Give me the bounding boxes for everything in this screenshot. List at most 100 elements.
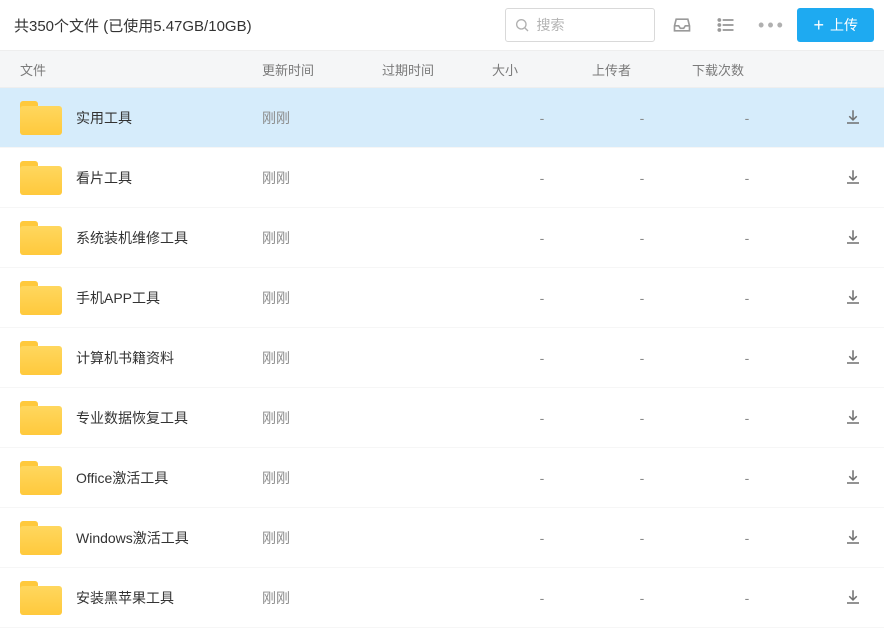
cell-updated: 刚刚 — [262, 228, 382, 248]
table-row[interactable]: 看片工具刚刚--- — [0, 148, 884, 208]
search-input[interactable] — [536, 17, 646, 33]
cell-uploader: - — [592, 290, 692, 306]
table-row[interactable]: 计算机书籍资料刚刚--- — [0, 328, 884, 388]
cell-size: - — [492, 110, 592, 126]
file-name: 计算机书籍资料 — [76, 348, 174, 368]
col-header-expire[interactable]: 过期时间 — [382, 60, 492, 79]
list-view-button[interactable] — [709, 8, 743, 42]
col-header-uploader[interactable]: 上传者 — [592, 60, 692, 79]
table-row[interactable]: 实用工具刚刚--- — [0, 88, 884, 148]
file-summary: 共350个文件 (已使用5.47GB/10GB) — [14, 15, 495, 36]
cell-uploader: - — [592, 410, 692, 426]
download-icon — [844, 108, 862, 126]
download-icon — [844, 168, 862, 186]
cell-uploader: - — [592, 530, 692, 546]
cell-uploader: - — [592, 470, 692, 486]
cell-downloads: - — [692, 170, 802, 186]
file-name: Office激活工具 — [76, 468, 168, 488]
cell-updated: 刚刚 — [262, 468, 382, 488]
upload-label: 上传 — [830, 15, 858, 35]
cell-uploader: - — [592, 590, 692, 606]
table-row[interactable]: 系统装机维修工具刚刚--- — [0, 208, 884, 268]
file-name: 安装黑苹果工具 — [76, 588, 174, 608]
inbox-button[interactable] — [665, 8, 699, 42]
table-row[interactable]: 安装黑苹果工具刚刚--- — [0, 568, 884, 628]
folder-icon — [20, 581, 62, 615]
cell-uploader: - — [592, 170, 692, 186]
inbox-icon — [672, 15, 692, 35]
cell-downloads: - — [692, 350, 802, 366]
cell-size: - — [492, 290, 592, 306]
download-icon — [844, 468, 862, 486]
download-icon — [844, 288, 862, 306]
cell-updated: 刚刚 — [262, 348, 382, 368]
more-button[interactable]: ••• — [753, 8, 787, 42]
cell-uploader: - — [592, 230, 692, 246]
col-header-name[interactable]: 文件 — [14, 60, 262, 79]
download-button[interactable] — [842, 166, 864, 188]
folder-icon — [20, 281, 62, 315]
table-row[interactable]: Office激活工具刚刚--- — [0, 448, 884, 508]
file-name: 看片工具 — [76, 168, 132, 188]
col-header-updated[interactable]: 更新时间 — [262, 60, 382, 79]
folder-icon — [20, 401, 62, 435]
file-name: 手机APP工具 — [76, 288, 160, 308]
cell-uploader: - — [592, 110, 692, 126]
folder-icon — [20, 221, 62, 255]
folder-icon — [20, 461, 62, 495]
cell-size: - — [492, 530, 592, 546]
list-icon — [716, 15, 736, 35]
download-button[interactable] — [842, 226, 864, 248]
cell-updated: 刚刚 — [262, 168, 382, 188]
cell-updated: 刚刚 — [262, 528, 382, 548]
cell-downloads: - — [692, 410, 802, 426]
download-button[interactable] — [842, 106, 864, 128]
folder-icon — [20, 161, 62, 195]
cell-downloads: - — [692, 110, 802, 126]
folder-icon — [20, 521, 62, 555]
cell-downloads: - — [692, 290, 802, 306]
table-row[interactable]: 手机APP工具刚刚--- — [0, 268, 884, 328]
download-button[interactable] — [842, 466, 864, 488]
cell-size: - — [492, 410, 592, 426]
cell-downloads: - — [692, 470, 802, 486]
download-icon — [844, 228, 862, 246]
search-box[interactable] — [505, 8, 655, 42]
table-header: 文件 更新时间 过期时间 大小 上传者 下载次数 — [0, 50, 884, 88]
download-button[interactable] — [842, 526, 864, 548]
file-name: 实用工具 — [76, 108, 132, 128]
cell-updated: 刚刚 — [262, 288, 382, 308]
col-header-downloads[interactable]: 下载次数 — [692, 60, 802, 79]
topbar: 共350个文件 (已使用5.47GB/10GB) ••• + 上传 — [0, 0, 884, 50]
file-name: 系统装机维修工具 — [76, 228, 188, 248]
cell-uploader: - — [592, 350, 692, 366]
download-icon — [844, 528, 862, 546]
cell-size: - — [492, 350, 592, 366]
cell-size: - — [492, 590, 592, 606]
folder-icon — [20, 341, 62, 375]
cell-downloads: - — [692, 590, 802, 606]
cell-size: - — [492, 230, 592, 246]
download-button[interactable] — [842, 586, 864, 608]
file-name: 专业数据恢复工具 — [76, 408, 188, 428]
col-header-size[interactable]: 大小 — [492, 60, 592, 79]
file-rows: 实用工具刚刚---看片工具刚刚---系统装机维修工具刚刚---手机APP工具刚刚… — [0, 88, 884, 628]
download-icon — [844, 588, 862, 606]
download-button[interactable] — [842, 346, 864, 368]
table-row[interactable]: Windows激活工具刚刚--- — [0, 508, 884, 568]
upload-button[interactable]: + 上传 — [797, 8, 874, 42]
more-icon: ••• — [755, 15, 786, 36]
folder-icon — [20, 101, 62, 135]
cell-updated: 刚刚 — [262, 588, 382, 608]
download-icon — [844, 408, 862, 426]
table-row[interactable]: 专业数据恢复工具刚刚--- — [0, 388, 884, 448]
download-button[interactable] — [842, 286, 864, 308]
cell-updated: 刚刚 — [262, 108, 382, 128]
search-icon — [514, 17, 530, 33]
cell-updated: 刚刚 — [262, 408, 382, 428]
download-button[interactable] — [842, 406, 864, 428]
file-name: Windows激活工具 — [76, 528, 189, 548]
download-icon — [844, 348, 862, 366]
cell-downloads: - — [692, 230, 802, 246]
cell-size: - — [492, 170, 592, 186]
